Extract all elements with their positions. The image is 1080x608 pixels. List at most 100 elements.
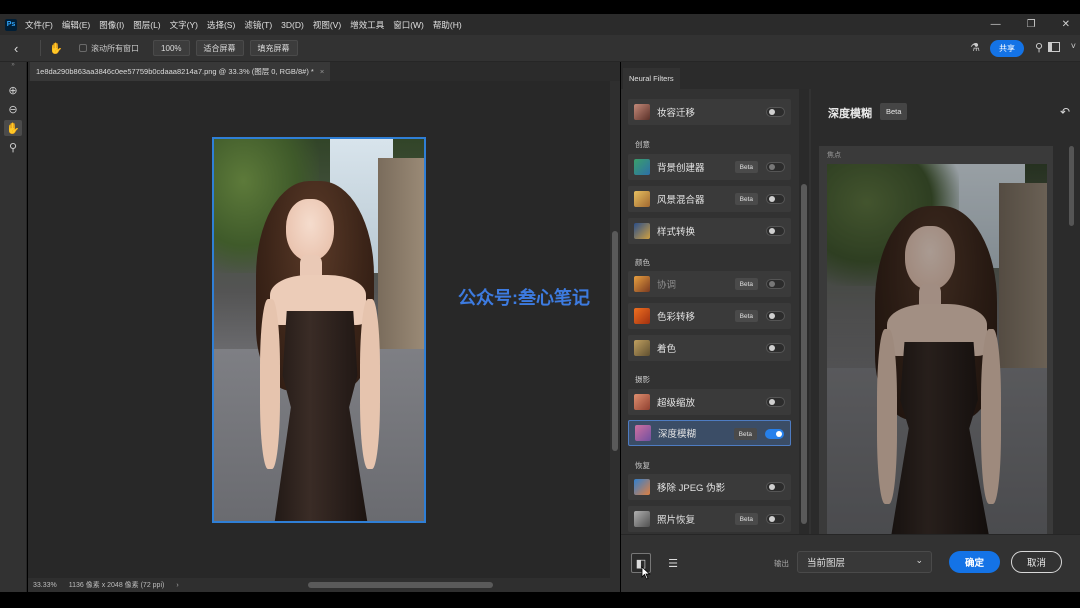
filter-photo-restoration[interactable]: 照片恢复 Beta [628, 506, 791, 532]
filter-super-zoom[interactable]: 超级缩放 [628, 389, 791, 415]
neural-filters-tab[interactable]: Neural Filters [623, 68, 680, 89]
ok-button[interactable]: 确定 [949, 551, 1000, 573]
menu-file[interactable]: 文件(F) [25, 19, 53, 31]
watermark-text: 公众号:叁心笔记 [458, 288, 590, 308]
filter-toggle[interactable] [766, 226, 785, 236]
style-transfer-icon [634, 223, 650, 239]
filter-remove-jpeg-artifacts[interactable]: 移除 JPEG 伪影 [628, 474, 791, 500]
beta-badge: Beta [880, 103, 908, 120]
filter-label: 深度模糊 [658, 429, 697, 440]
filter-background-creator[interactable]: 背景创建器 Beta [628, 154, 791, 180]
zoom-out-icon[interactable]: ⊖ [4, 101, 22, 117]
beta-badge: Beta [734, 161, 758, 173]
filter-label: 样式转换 [657, 227, 696, 238]
filter-makeup-transfer[interactable]: 妆容迁移 [628, 99, 791, 125]
filter-landscape-mixer[interactable]: 风景混合器 Beta [628, 186, 791, 212]
beta-badge: Beta [734, 278, 758, 290]
chevron-down-icon[interactable]: ˅ [1071, 41, 1076, 51]
document-tab[interactable]: 1e8da290b863aa3846c0ee57759b0cdaaa8214a7… [30, 62, 330, 81]
focus-preview-image[interactable] [827, 164, 1047, 534]
settings-scrollbar[interactable] [1068, 146, 1075, 526]
output-select[interactable]: 当前图层 ⌄ [797, 551, 932, 573]
filter-style-transfer[interactable]: 样式转换 [628, 218, 791, 244]
makeup-transfer-icon [634, 104, 650, 120]
focus-point-box[interactable]: 焦点 [819, 146, 1053, 536]
filter-settings-title: 深度模糊 [828, 108, 872, 120]
canvas-area[interactable] [28, 81, 610, 578]
menu-view[interactable]: 视图(V) [313, 19, 341, 31]
zoom-tool-icon[interactable]: ⚲ [4, 139, 22, 155]
menu-window[interactable]: 窗口(W) [393, 19, 424, 31]
harmonization-icon [634, 276, 650, 292]
filter-label: 超级缩放 [657, 398, 696, 409]
zoom-level[interactable]: 33.33% [33, 582, 57, 589]
status-chevron-icon[interactable]: › [176, 582, 178, 589]
output-select-value: 当前图层 [807, 558, 846, 569]
filter-colorize[interactable]: 着色 [628, 335, 791, 361]
scroll-thumb[interactable] [612, 231, 618, 451]
close-tab-icon[interactable]: × [320, 67, 324, 76]
neural-filters-panel: 妆容迁移 创意 背景创建器 Beta 风景混合器 Beta 样式转换 颜色 协调… [621, 89, 1080, 592]
category-restore: 恢复 [635, 461, 650, 470]
search-icon[interactable]: ⚲ [1035, 41, 1043, 54]
reset-icon[interactable]: ↶ [1060, 105, 1070, 119]
flask-icon[interactable]: ⚗ [970, 41, 980, 54]
menu-filter[interactable]: 滤镜(T) [244, 19, 272, 31]
document-image[interactable] [212, 137, 426, 523]
workspace-icon[interactable] [1048, 42, 1060, 52]
zoom-in-icon[interactable]: ⊕ [4, 82, 22, 98]
hand-tool-icon[interactable]: ✋ [49, 42, 63, 55]
output-label: 输出 [774, 559, 789, 568]
photoshop-logo-icon: Ps [5, 18, 17, 31]
menu-3d[interactable]: 3D(D) [281, 20, 304, 30]
filter-toggle[interactable] [766, 514, 785, 524]
filter-toggle[interactable] [766, 162, 785, 172]
colorize-icon [634, 340, 650, 356]
restore-icon[interactable]: ❐ [1027, 19, 1036, 30]
filter-toggle[interactable] [766, 482, 785, 492]
menu-plugins[interactable]: 增效工具 [350, 19, 384, 31]
menubar: Ps 文件(F) 编辑(E) 图像(I) 图层(L) 文字(Y) 选择(S) 滤… [0, 14, 1080, 35]
hand-tool-icon[interactable]: ✋ [4, 120, 22, 136]
close-icon[interactable]: ✕ [1062, 19, 1070, 30]
filter-list-scrollbar[interactable] [799, 89, 809, 534]
filter-label: 照片恢复 [657, 515, 696, 526]
fill-screen-button[interactable]: 填充屏幕 [249, 40, 298, 56]
canvas-vertical-scrollbar[interactable] [610, 81, 620, 578]
zoom-100-button[interactable]: 100% [153, 40, 190, 56]
menu-help[interactable]: 帮助(H) [433, 19, 462, 31]
filter-toggle[interactable] [766, 107, 785, 117]
minimize-icon[interactable]: — [991, 19, 1001, 30]
cancel-button[interactable]: 取消 [1011, 551, 1062, 573]
beta-badge: Beta [734, 310, 758, 322]
letterbox-bottom [0, 592, 1080, 608]
canvas-horizontal-scroll-thumb[interactable] [308, 582, 493, 588]
menu-image[interactable]: 图像(I) [99, 19, 124, 31]
photo-restore-icon [634, 511, 650, 527]
filter-toggle[interactable] [766, 279, 785, 289]
scroll-all-windows-checkbox[interactable]: 滚动所有窗口 [79, 43, 139, 54]
filter-toggle[interactable] [766, 397, 785, 407]
filter-toggle[interactable] [766, 343, 785, 353]
filter-depth-blur[interactable]: 深度模糊 Beta [628, 420, 791, 446]
menu-layer[interactable]: 图层(L) [133, 19, 160, 31]
menu-select[interactable]: 选择(S) [207, 19, 235, 31]
filter-toggle[interactable] [766, 311, 785, 321]
fit-screen-button[interactable]: 适合屏幕 [195, 40, 244, 56]
filter-color-transfer[interactable]: 色彩转移 Beta [628, 303, 791, 329]
scroll-thumb[interactable] [1069, 146, 1074, 226]
collapse-chevron-icon[interactable]: » [0, 62, 26, 68]
menu-edit[interactable]: 编辑(E) [62, 19, 90, 31]
layers-icon[interactable]: ☰ [663, 553, 683, 573]
filter-toggle[interactable] [766, 194, 785, 204]
super-zoom-icon [634, 394, 650, 410]
beta-badge: Beta [734, 193, 758, 205]
scroll-thumb[interactable] [801, 184, 807, 524]
category-creative: 创意 [635, 140, 650, 149]
share-button[interactable]: 共享 [990, 40, 1024, 57]
filter-harmonization[interactable]: 协调 Beta [628, 271, 791, 297]
chevron-down-icon: ⌄ [915, 555, 923, 565]
filter-toggle[interactable] [765, 429, 784, 439]
back-chevron-icon[interactable]: ‹ [14, 41, 18, 56]
menu-type[interactable]: 文字(Y) [170, 19, 198, 31]
